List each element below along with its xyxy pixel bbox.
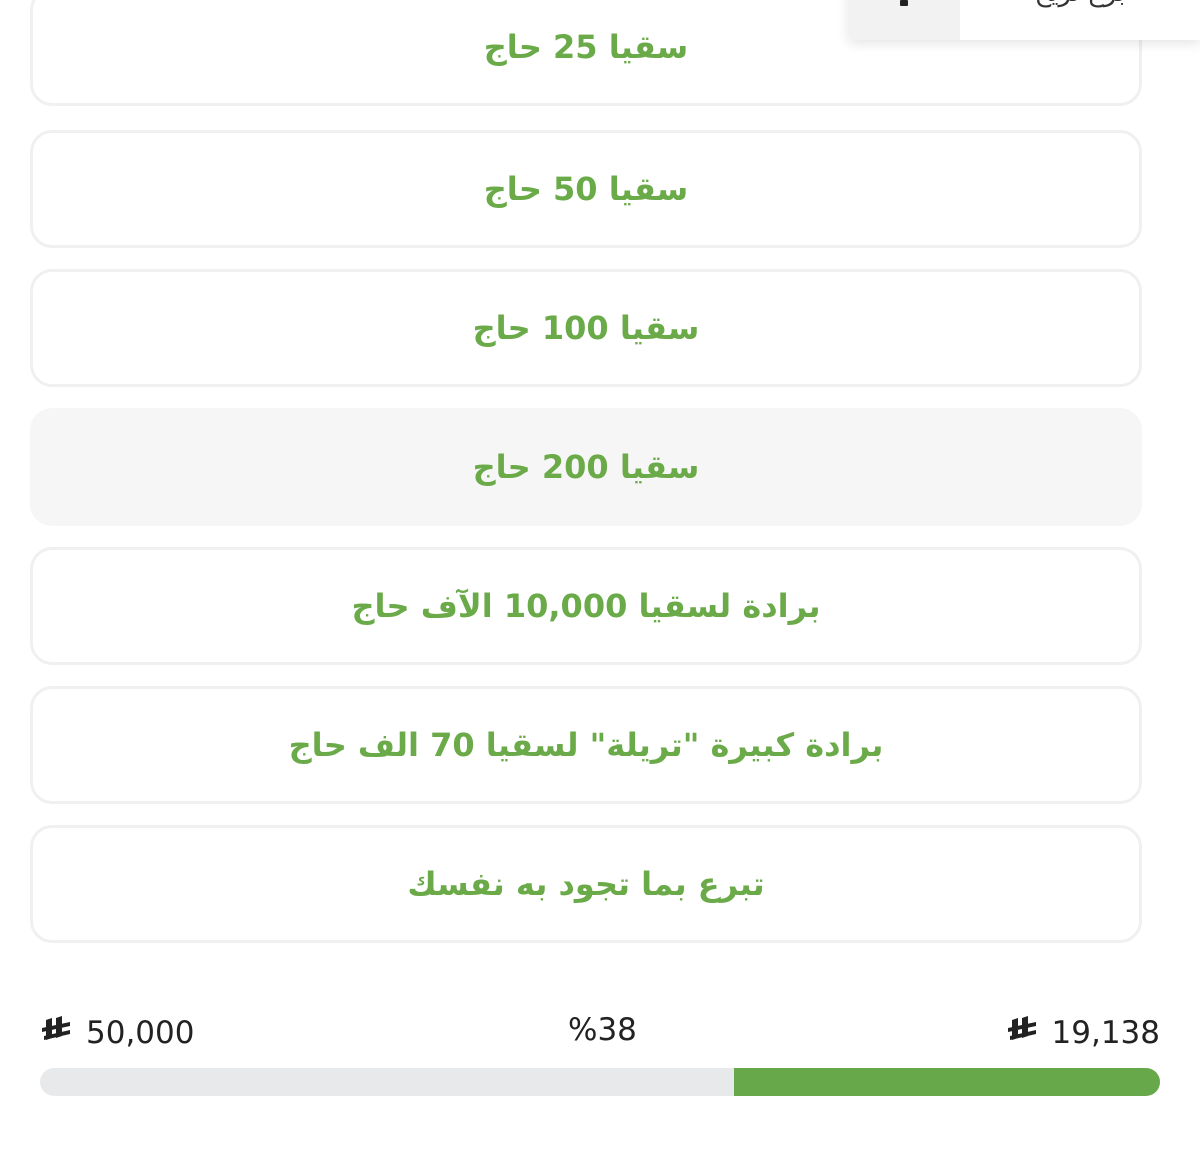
progress-fill bbox=[734, 1068, 1160, 1096]
riyal-icon bbox=[40, 1012, 74, 1054]
goal-value: 50,000 bbox=[86, 1015, 195, 1051]
option-label: سقيا 200 حاج bbox=[472, 448, 700, 486]
raised-amount: 19,138 bbox=[1006, 1012, 1160, 1054]
progress-bar bbox=[40, 1068, 1160, 1096]
popup-side-icon bbox=[900, 0, 908, 6]
option-label: سقيا 100 حاج bbox=[472, 309, 700, 347]
top-popup: برع تريح bbox=[848, 0, 1200, 40]
percent-label: %38 bbox=[568, 1012, 637, 1048]
option-label: سقيا 50 حاج bbox=[483, 170, 689, 208]
riyal-icon bbox=[1006, 1012, 1040, 1054]
progress-summary: 50,000 %38 19,138 bbox=[40, 1012, 1160, 1056]
goal-amount: 50,000 bbox=[40, 1012, 194, 1054]
option-label: سقيا 25 حاج bbox=[483, 28, 689, 66]
option-label: برادة لسقيا 10,000 الآف حاج bbox=[351, 587, 821, 625]
popup-label[interactable]: برع تريح bbox=[960, 0, 1200, 40]
option-2[interactable]: سقيا 100 حاج bbox=[30, 269, 1142, 387]
popup-side-button[interactable] bbox=[848, 0, 960, 40]
raised-value: 19,138 bbox=[1051, 1015, 1160, 1051]
option-3[interactable]: سقيا 200 حاج bbox=[30, 408, 1142, 526]
option-label: تبرع بما تجود به نفسك bbox=[407, 865, 765, 903]
option-5[interactable]: برادة كبيرة "تريلة" لسقيا 70 الف حاج bbox=[30, 686, 1142, 804]
option-label: برادة كبيرة "تريلة" لسقيا 70 الف حاج bbox=[288, 726, 884, 764]
option-6[interactable]: تبرع بما تجود به نفسك bbox=[30, 825, 1142, 943]
option-4[interactable]: برادة لسقيا 10,000 الآف حاج bbox=[30, 547, 1142, 665]
option-1[interactable]: سقيا 50 حاج bbox=[30, 130, 1142, 248]
